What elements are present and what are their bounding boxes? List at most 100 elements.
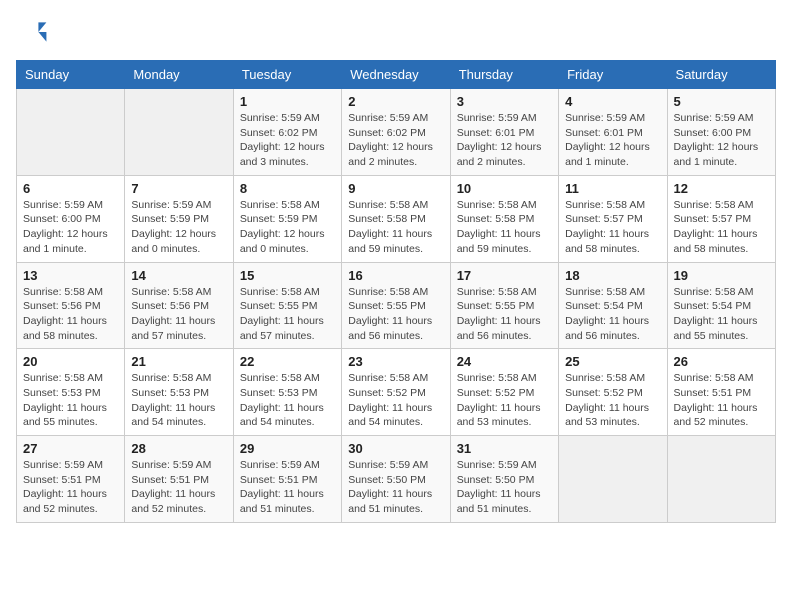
- weekday-header: Monday: [125, 61, 233, 89]
- calendar-cell: 15 Sunrise: 5:58 AM Sunset: 5:55 PM Dayli…: [233, 262, 341, 349]
- day-number: 13: [23, 268, 118, 283]
- day-detail: Sunrise: 5:58 AM Sunset: 5:59 PM Dayligh…: [240, 198, 335, 257]
- day-number: 19: [674, 268, 769, 283]
- calendar-cell: 20 Sunrise: 5:58 AM Sunset: 5:53 PM Dayli…: [17, 349, 125, 436]
- day-number: 15: [240, 268, 335, 283]
- calendar-week-row: 1Sunrise: 5:59 AM Sunset: 6:02 PM Daylig…: [17, 89, 776, 176]
- calendar-cell: 7 Sunrise: 5:59 AM Sunset: 5:59 PM Daylig…: [125, 175, 233, 262]
- day-detail: Sunrise: 5:58 AM Sunset: 5:53 PM Dayligh…: [240, 371, 335, 430]
- calendar-cell: 26 Sunrise: 5:58 AM Sunset: 5:51 PM Dayli…: [667, 349, 775, 436]
- day-detail: Sunrise: 5:59 AM Sunset: 6:00 PM Dayligh…: [674, 111, 769, 170]
- calendar-cell: 13 Sunrise: 5:58 AM Sunset: 5:56 PM Dayli…: [17, 262, 125, 349]
- day-detail: Sunrise: 5:59 AM Sunset: 5:59 PM Dayligh…: [131, 198, 226, 257]
- calendar-cell: 9 Sunrise: 5:58 AM Sunset: 5:58 PM Daylig…: [342, 175, 450, 262]
- calendar-cell: 1Sunrise: 5:59 AM Sunset: 6:02 PM Daylig…: [233, 89, 341, 176]
- day-number: 26: [674, 354, 769, 369]
- calendar-cell: [667, 436, 775, 523]
- day-detail: Sunrise: 5:58 AM Sunset: 5:55 PM Dayligh…: [348, 285, 443, 344]
- day-number: 8: [240, 181, 335, 196]
- day-number: 12: [674, 181, 769, 196]
- day-detail: Sunrise: 5:59 AM Sunset: 5:51 PM Dayligh…: [240, 458, 335, 517]
- day-number: 3: [457, 94, 552, 109]
- calendar-cell: 25 Sunrise: 5:58 AM Sunset: 5:52 PM Dayli…: [559, 349, 667, 436]
- calendar-cell: 22 Sunrise: 5:58 AM Sunset: 5:53 PM Dayli…: [233, 349, 341, 436]
- day-detail: Sunrise: 5:58 AM Sunset: 5:58 PM Dayligh…: [457, 198, 552, 257]
- day-detail: Sunrise: 5:59 AM Sunset: 6:01 PM Dayligh…: [457, 111, 552, 170]
- day-number: 22: [240, 354, 335, 369]
- day-number: 5: [674, 94, 769, 109]
- calendar-cell: 4 Sunrise: 5:59 AM Sunset: 6:01 PM Daylig…: [559, 89, 667, 176]
- calendar-cell: 2 Sunrise: 5:59 AM Sunset: 6:02 PM Daylig…: [342, 89, 450, 176]
- calendar-cell: 12 Sunrise: 5:58 AM Sunset: 5:57 PM Dayli…: [667, 175, 775, 262]
- calendar-cell: 3 Sunrise: 5:59 AM Sunset: 6:01 PM Daylig…: [450, 89, 558, 176]
- day-number: 14: [131, 268, 226, 283]
- day-number: 29: [240, 441, 335, 456]
- day-number: 20: [23, 354, 118, 369]
- day-detail: Sunrise: 5:58 AM Sunset: 5:58 PM Dayligh…: [348, 198, 443, 257]
- day-detail: Sunrise: 5:58 AM Sunset: 5:52 PM Dayligh…: [565, 371, 660, 430]
- calendar-cell: [125, 89, 233, 176]
- day-detail: Sunrise: 5:58 AM Sunset: 5:53 PM Dayligh…: [23, 371, 118, 430]
- day-detail: Sunrise: 5:58 AM Sunset: 5:53 PM Dayligh…: [131, 371, 226, 430]
- calendar-cell: 17Sunrise: 5:58 AM Sunset: 5:55 PM Dayli…: [450, 262, 558, 349]
- day-detail: Sunrise: 5:59 AM Sunset: 5:51 PM Dayligh…: [131, 458, 226, 517]
- day-number: 23: [348, 354, 443, 369]
- day-detail: Sunrise: 5:59 AM Sunset: 6:02 PM Dayligh…: [348, 111, 443, 170]
- day-detail: Sunrise: 5:58 AM Sunset: 5:56 PM Dayligh…: [131, 285, 226, 344]
- weekday-header: Thursday: [450, 61, 558, 89]
- day-number: 28: [131, 441, 226, 456]
- day-detail: Sunrise: 5:59 AM Sunset: 5:50 PM Dayligh…: [348, 458, 443, 517]
- calendar-table: SundayMondayTuesdayWednesdayThursdayFrid…: [16, 60, 776, 523]
- calendar-cell: 23 Sunrise: 5:58 AM Sunset: 5:52 PM Dayli…: [342, 349, 450, 436]
- day-number: 24: [457, 354, 552, 369]
- day-detail: Sunrise: 5:59 AM Sunset: 5:50 PM Dayligh…: [457, 458, 552, 517]
- calendar-cell: 27 Sunrise: 5:59 AM Sunset: 5:51 PM Dayli…: [17, 436, 125, 523]
- day-detail: Sunrise: 5:58 AM Sunset: 5:52 PM Dayligh…: [348, 371, 443, 430]
- day-detail: Sunrise: 5:58 AM Sunset: 5:54 PM Dayligh…: [565, 285, 660, 344]
- day-number: 18: [565, 268, 660, 283]
- day-detail: Sunrise: 5:58 AM Sunset: 5:56 PM Dayligh…: [23, 285, 118, 344]
- page-header: [16, 16, 776, 48]
- day-detail: Sunrise: 5:58 AM Sunset: 5:57 PM Dayligh…: [565, 198, 660, 257]
- day-number: 27: [23, 441, 118, 456]
- weekday-header: Sunday: [17, 61, 125, 89]
- day-number: 16: [348, 268, 443, 283]
- day-number: 4: [565, 94, 660, 109]
- day-detail: Sunrise: 5:59 AM Sunset: 5:51 PM Dayligh…: [23, 458, 118, 517]
- calendar-week-row: 20 Sunrise: 5:58 AM Sunset: 5:53 PM Dayli…: [17, 349, 776, 436]
- weekday-header: Wednesday: [342, 61, 450, 89]
- weekday-header: Friday: [559, 61, 667, 89]
- calendar-cell: [559, 436, 667, 523]
- day-number: 9: [348, 181, 443, 196]
- weekday-header: Tuesday: [233, 61, 341, 89]
- day-number: 21: [131, 354, 226, 369]
- day-detail: Sunrise: 5:58 AM Sunset: 5:51 PM Dayligh…: [674, 371, 769, 430]
- calendar-cell: 19 Sunrise: 5:58 AM Sunset: 5:54 PM Dayli…: [667, 262, 775, 349]
- day-number: 31: [457, 441, 552, 456]
- calendar-cell: 5 Sunrise: 5:59 AM Sunset: 6:00 PM Daylig…: [667, 89, 775, 176]
- day-detail: Sunrise: 5:58 AM Sunset: 5:55 PM Dayligh…: [240, 285, 335, 344]
- calendar-cell: 10Sunrise: 5:58 AM Sunset: 5:58 PM Dayli…: [450, 175, 558, 262]
- calendar-cell: 14 Sunrise: 5:58 AM Sunset: 5:56 PM Dayli…: [125, 262, 233, 349]
- day-number: 6: [23, 181, 118, 196]
- calendar-cell: 24 Sunrise: 5:58 AM Sunset: 5:52 PM Dayli…: [450, 349, 558, 436]
- calendar-cell: 28 Sunrise: 5:59 AM Sunset: 5:51 PM Dayli…: [125, 436, 233, 523]
- calendar-cell: 29 Sunrise: 5:59 AM Sunset: 5:51 PM Dayli…: [233, 436, 341, 523]
- day-detail: Sunrise: 5:58 AM Sunset: 5:55 PM Dayligh…: [457, 285, 552, 344]
- day-number: 11: [565, 181, 660, 196]
- day-number: 25: [565, 354, 660, 369]
- day-number: 30: [348, 441, 443, 456]
- logo-icon: [16, 16, 48, 48]
- calendar-cell: 30 Sunrise: 5:59 AM Sunset: 5:50 PM Dayli…: [342, 436, 450, 523]
- day-detail: Sunrise: 5:59 AM Sunset: 6:01 PM Dayligh…: [565, 111, 660, 170]
- calendar-week-row: 27 Sunrise: 5:59 AM Sunset: 5:51 PM Dayli…: [17, 436, 776, 523]
- calendar-cell: 21 Sunrise: 5:58 AM Sunset: 5:53 PM Dayli…: [125, 349, 233, 436]
- calendar-cell: 11 Sunrise: 5:58 AM Sunset: 5:57 PM Dayli…: [559, 175, 667, 262]
- day-detail: Sunrise: 5:58 AM Sunset: 5:52 PM Dayligh…: [457, 371, 552, 430]
- calendar-cell: 8 Sunrise: 5:58 AM Sunset: 5:59 PM Daylig…: [233, 175, 341, 262]
- day-detail: Sunrise: 5:58 AM Sunset: 5:54 PM Dayligh…: [674, 285, 769, 344]
- day-detail: Sunrise: 5:58 AM Sunset: 5:57 PM Dayligh…: [674, 198, 769, 257]
- day-number: 7: [131, 181, 226, 196]
- weekday-header: Saturday: [667, 61, 775, 89]
- day-number: 2: [348, 94, 443, 109]
